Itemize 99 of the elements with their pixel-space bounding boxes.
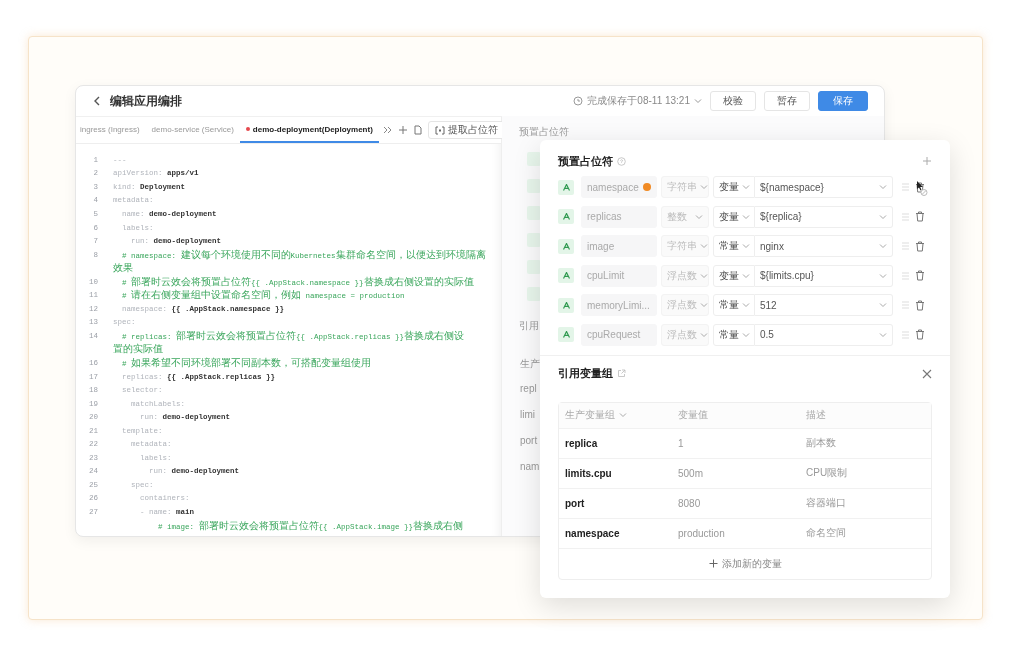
panel-title: 预置占位符 xyxy=(519,125,569,139)
source-select[interactable]: 变量 xyxy=(713,264,755,287)
type-badge xyxy=(527,179,541,193)
bracket-icon xyxy=(434,125,445,135)
plus-icon xyxy=(708,559,718,568)
chevron-down-icon xyxy=(695,212,703,221)
table-cell-text: 容器端口 xyxy=(806,496,847,510)
file-tab[interactable]: demo-deployment(Deployment) xyxy=(239,117,379,143)
file-tab[interactable]: demo-service (Service) xyxy=(145,117,240,143)
external-link-icon[interactable] xyxy=(617,369,626,378)
chevron-down-icon xyxy=(700,330,708,339)
table-cell-text: limits.cpu xyxy=(565,467,613,479)
type-badge xyxy=(527,152,541,166)
chevron-down-icon xyxy=(700,242,708,250)
save-status: 完成保存于08-11 13:21 xyxy=(587,94,690,108)
name-field[interactable]: namespace xyxy=(581,176,657,198)
chevron-down-icon xyxy=(879,271,887,280)
chevron-down-icon xyxy=(742,301,750,309)
value-select[interactable]: ${namespace} xyxy=(755,176,893,198)
name-field[interactable]: cpuLimit xyxy=(581,264,657,287)
file-tab[interactable]: ingress (Ingress) xyxy=(76,117,146,143)
chevron-down-icon xyxy=(742,212,750,221)
code-line: 置的实际值 xyxy=(113,342,163,357)
close-icon[interactable] xyxy=(922,368,932,379)
chevron-down-icon xyxy=(879,301,887,309)
table-cell-text: 1 xyxy=(678,437,685,449)
name-field[interactable]: image xyxy=(581,235,657,257)
action-button[interactable]: 暂存 xyxy=(764,91,810,111)
chevron-down-icon xyxy=(742,330,750,339)
code-line: 效果 xyxy=(113,261,133,276)
double-chevron-icon[interactable] xyxy=(382,125,393,135)
action-button[interactable]: 校验 xyxy=(710,91,756,111)
type-badge xyxy=(558,327,574,342)
chevron-down-icon xyxy=(879,242,887,250)
plus-icon[interactable] xyxy=(922,156,932,166)
add-variable-button[interactable]: 添加新的变量 xyxy=(559,547,931,579)
extract-placeholder-button[interactable]: 提取占位符 xyxy=(427,121,505,139)
source-select[interactable]: 常量 xyxy=(713,323,755,346)
table-cell-text: replica xyxy=(565,437,599,449)
value-select[interactable]: ${limits.cpu} xyxy=(755,264,893,287)
source-select[interactable]: 常量 xyxy=(713,294,755,316)
chevron-down-icon[interactable] xyxy=(694,97,702,105)
table-cell-text: 500m xyxy=(678,467,704,479)
chevron-down-icon xyxy=(700,301,708,309)
chevron-down-icon xyxy=(879,183,887,191)
chevron-down-icon xyxy=(700,271,708,280)
source-select[interactable]: 变量 xyxy=(713,205,755,228)
table-cell-text: limi xyxy=(520,409,535,422)
column-header: 变量值 xyxy=(678,408,709,422)
name-field[interactable]: replicas xyxy=(581,205,657,228)
section-title: 引用变量组 xyxy=(558,366,613,381)
type-badge xyxy=(558,209,574,224)
source-select[interactable]: 常量 xyxy=(713,235,755,257)
trash-icon[interactable] xyxy=(915,181,925,193)
table-cell-text: CPU限制 xyxy=(806,466,849,480)
table-cell-text: 副本数 xyxy=(806,436,837,450)
chevron-down-icon xyxy=(742,183,750,191)
document-icon[interactable] xyxy=(412,125,423,135)
type-badge xyxy=(527,260,541,274)
table-cell-text: port xyxy=(520,435,538,448)
type-badge xyxy=(558,238,574,254)
chevron-down-icon xyxy=(619,411,627,419)
name-field[interactable]: cpuRequest xyxy=(581,323,657,346)
column-header: 描述 xyxy=(806,408,827,422)
chevron-down-icon xyxy=(879,330,887,339)
help-icon xyxy=(617,156,626,166)
table-cell-text: nam xyxy=(520,461,540,474)
back-icon[interactable] xyxy=(92,95,102,107)
value-select[interactable]: 512 xyxy=(755,294,893,316)
save-button[interactable]: 保存 xyxy=(818,91,868,111)
table-cell-text: 8080 xyxy=(678,497,702,509)
type-badge xyxy=(558,268,574,283)
table-cell-text: production xyxy=(678,527,726,539)
type-badge xyxy=(527,206,541,220)
type-badge xyxy=(558,179,574,195)
table-cell-text: 命名空间 xyxy=(806,526,847,540)
cursor-icon xyxy=(916,180,928,196)
value-select[interactable]: ${replica} xyxy=(755,205,893,228)
table-cell: 生产 xyxy=(520,357,540,371)
chevron-down-icon xyxy=(879,212,887,221)
section-title: 预置占位符 xyxy=(558,153,613,169)
chevron-down-icon xyxy=(742,242,750,250)
name-field[interactable]: memoryLimi... xyxy=(581,294,657,316)
type-badge xyxy=(527,287,541,301)
value-select[interactable]: 0.5 xyxy=(755,323,893,346)
chevron-down-icon xyxy=(742,271,750,280)
section-title: 引用 xyxy=(519,319,539,333)
source-select[interactable]: 变量 xyxy=(713,176,755,198)
plus-icon[interactable] xyxy=(397,125,408,135)
type-badge xyxy=(527,233,541,247)
value-select[interactable]: nginx xyxy=(755,235,893,257)
column-header[interactable]: 生产变量组 xyxy=(565,408,678,422)
clock-icon xyxy=(573,96,584,106)
page-title: 编辑应用编排 xyxy=(110,92,182,110)
table-cell-text: repl xyxy=(520,383,537,396)
type-badge xyxy=(558,297,574,313)
table-cell-text: port xyxy=(565,497,586,509)
chevron-down-icon xyxy=(700,183,708,191)
table-cell-text: namespace xyxy=(565,527,621,539)
